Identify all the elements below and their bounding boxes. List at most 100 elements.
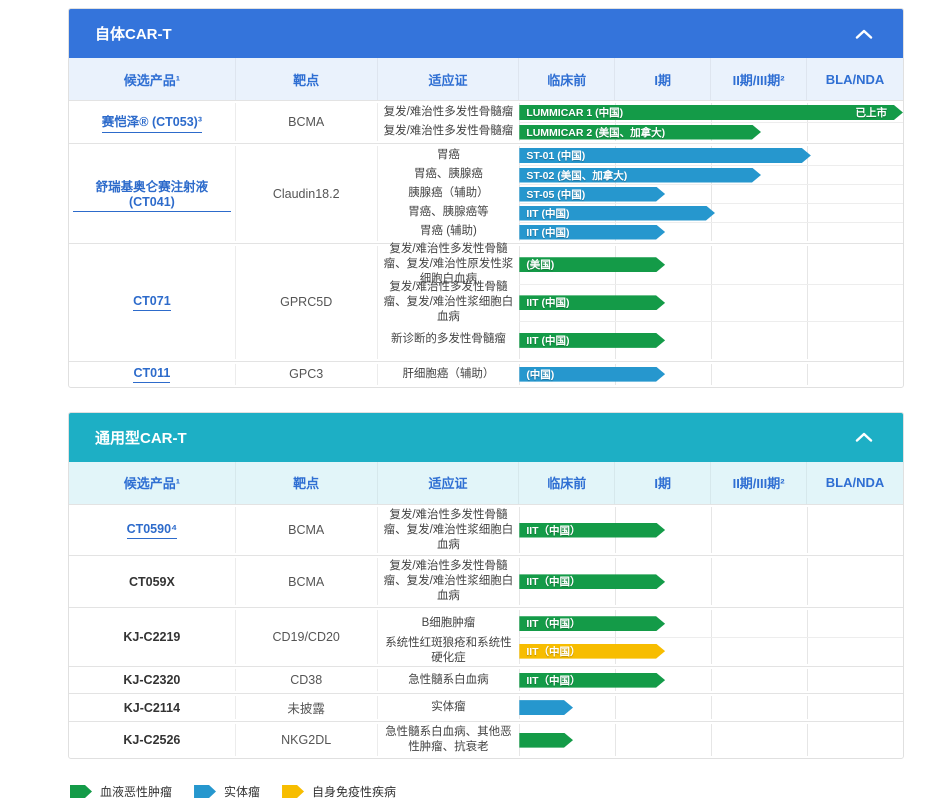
target-cell: GPC3 (236, 364, 378, 385)
trial-progress-bar: IIT (中国) (519, 333, 665, 348)
legend-arrow-green (70, 785, 92, 798)
product-name[interactable]: CT011 (133, 366, 170, 383)
indication-entries: 复发/难治性多发性骨髓瘤、复发/难治性浆细胞白血病IIT（中国） (378, 507, 903, 554)
indication-entry: 胰腺癌（辅助）ST-05 (中国) (378, 184, 903, 203)
product-row: KJ-C2526NKG2DL急性髓系白血病、其他恶性肿瘤、抗衰老 (69, 721, 903, 758)
pipeline-cell (519, 724, 903, 756)
trial-bar-label: ST-01 (中国) (526, 148, 585, 163)
pipeline-cell: IIT（中国） (519, 558, 903, 605)
product-cell: 赛恺泽® (CT053)³ (69, 103, 236, 141)
trial-bar-label: ST-05 (中国) (526, 187, 585, 202)
pipeline-cell: ST-05 (中国) (519, 184, 903, 203)
trial-progress-bar: LUMMICAR 1 (中国)已上市 (519, 105, 903, 120)
indication-cell: 肝细胞癌（辅助） (378, 364, 520, 385)
indication-entries: 胃癌ST-01 (中国)胃癌、胰腺癌ST-02 (美国、加拿大)胰腺癌（辅助）S… (378, 146, 903, 241)
indication-cell: 新诊断的多发性骨髓瘤 (378, 321, 520, 359)
indication-entry: 复发/难治性多发性骨髓瘤、复发/难治性浆细胞白血病IIT（中国） (378, 558, 903, 605)
indication-entry: 胃癌 (辅助)IIT (中国) (378, 222, 903, 241)
column-header-3: 适应证 (378, 462, 520, 504)
product-row: KJ-C2219CD19/CD20B细胞肿瘤IIT（中国）系统性红斑狼疮和系统性… (69, 607, 903, 666)
trial-progress-bar: IIT (中国) (519, 225, 665, 240)
trial-bar-label: IIT（中国） (526, 574, 580, 589)
indication-cell: 复发/难治性多发性骨髓瘤、复发/难治性浆细胞白血病 (378, 284, 520, 322)
product-cell: KJ-C2219 (69, 610, 236, 664)
column-header-5: I期 (615, 58, 711, 100)
column-header-5: I期 (615, 462, 711, 504)
indication-entry: 复发/难治性多发性骨髓瘤、复发/难治性浆细胞白血病 IIT (中国) (378, 284, 903, 322)
pipeline-cell (519, 696, 903, 719)
pipeline-cell: IIT（中国） (519, 610, 903, 637)
legend-arrow-yellow (282, 785, 304, 798)
indication-entry: 肝细胞癌（辅助） (中国) (378, 364, 903, 385)
chevron-up-icon[interactable] (855, 29, 873, 39)
table-rows: CT0590⁴ BCMA复发/难治性多发性骨髓瘤、复发/难治性浆细胞白血病IIT（… (69, 504, 903, 758)
legend-label: 实体瘤 (224, 783, 260, 800)
product-cell: CT011 (69, 364, 236, 385)
column-header-7: BLA/NDA (807, 58, 903, 100)
product-name: CT059X (129, 575, 175, 589)
legend-label: 自身免疫性疾病 (312, 783, 396, 800)
pipeline-cell: IIT (中国) (519, 222, 903, 241)
indication-cell: 胃癌、胰腺癌等 (378, 203, 520, 222)
product-row: KJ-C2320CD38急性髓系白血病IIT（中国） (69, 666, 903, 693)
indication-entries: 肝细胞癌（辅助） (中国) (378, 364, 903, 385)
indication-entry: 复发/难治性多发性骨髓瘤、复发/难治性原发性浆细胞白血病(美国) (378, 246, 903, 284)
indication-entry: 系统性红斑狼疮和系统性硬化症IIT（中国） (378, 637, 903, 664)
trial-bar-label: IIT (中国) (526, 295, 569, 310)
trial-progress-bar (519, 733, 573, 748)
column-header-7: BLA/NDA (807, 462, 903, 504)
product-cell: CT0590⁴ (69, 507, 236, 554)
product-name[interactable]: 舒瑞基奥仑赛注射液 (CT041) (73, 176, 231, 212)
autologous-cart-header[interactable]: 自体CAR-T (69, 9, 903, 58)
legend-arrow-blue (194, 785, 216, 798)
trial-bar-label: LUMMICAR 1 (中国) (526, 105, 623, 120)
column-header-2: 靶点 (236, 462, 378, 504)
target-cell: CD19/CD20 (236, 610, 378, 664)
indication-entries: 急性髓系白血病、其他恶性肿瘤、抗衰老 (378, 724, 903, 756)
trial-progress-bar: IIT（中国） (519, 644, 665, 659)
target-cell: BCMA (236, 558, 378, 605)
legend-item: 血液恶性肿瘤 (70, 783, 172, 800)
pipeline-cell: LUMMICAR 2 (美国、加拿大) (519, 122, 903, 141)
target-cell: CD38 (236, 669, 378, 691)
product-name[interactable]: CT071 (133, 294, 171, 311)
column-header-6: II期/III期² (711, 462, 807, 504)
pipeline-cell: ST-01 (中国) (519, 146, 903, 165)
trial-bar-label: IIT (中国) (526, 206, 569, 221)
product-name[interactable]: 赛恺泽® (CT053)³ (102, 111, 202, 133)
table-title: 通用型CAR-T (95, 427, 187, 448)
product-row: CT0590⁴BCMA复发/难治性多发性骨髓瘤、复发/难治性浆细胞白血病IIT（… (69, 504, 903, 556)
trial-progress-bar: (美国) (519, 257, 665, 272)
table-rows: 赛恺泽® (CT053)³BCMA复发/难治性多发性骨髓瘤LUMMICAR 1 … (69, 100, 903, 387)
indication-entries: 急性髓系白血病IIT（中国） (378, 669, 903, 691)
trial-bar-label: (美国) (526, 257, 554, 272)
pipeline-cell: IIT (中国) (519, 284, 903, 322)
indication-entry: 复发/难治性多发性骨髓瘤LUMMICAR 1 (中国)已上市 (378, 103, 903, 122)
trial-progress-bar: IIT（中国） (519, 616, 665, 631)
pipeline-cell: IIT (中国) (519, 203, 903, 222)
pipeline-cell: (美国) (519, 246, 903, 284)
pipeline-cell: ST-02 (美国、加拿大) (519, 165, 903, 184)
product-cell: CT071 (69, 246, 236, 359)
trial-bar-label: (中国) (526, 367, 554, 382)
trial-bar-label: ST-02 (美国、加拿大) (526, 168, 627, 183)
indication-cell: 急性髓系白血病、其他恶性肿瘤、抗衰老 (378, 724, 520, 756)
table-title: 自体CAR-T (95, 23, 172, 44)
product-row: CT059X BCMA复发/难治性多发性骨髓瘤、复发/难治性浆细胞白血病IIT（中… (69, 555, 903, 607)
column-header-row: 候选产品¹靶点适应证临床前I期II期/III期²BLA/NDA (69, 462, 903, 504)
legend: 血液恶性肿瘤 实体瘤 自身免疫性疾病 (70, 783, 904, 800)
pipeline-cell: (中国) (519, 364, 903, 385)
indication-entries: 实体瘤 (378, 696, 903, 719)
universal-cart-table: 通用型CAR-T 候选产品¹靶点适应证临床前I期II期/III期²BLA/NDA… (68, 412, 904, 759)
product-cell: CT059X (69, 558, 236, 605)
pipeline-cell: IIT（中国） (519, 637, 903, 664)
legend-item: 实体瘤 (194, 783, 260, 800)
trial-progress-bar: LUMMICAR 2 (美国、加拿大) (519, 125, 761, 140)
trial-bar-label: IIT (中国) (526, 225, 569, 240)
pipeline-cell: IIT (中国) (519, 321, 903, 359)
indication-cell: 胃癌、胰腺癌 (378, 165, 520, 184)
product-name[interactable]: CT0590⁴ (127, 522, 178, 539)
chevron-up-icon[interactable] (855, 432, 873, 442)
trial-bar-label: IIT（中国） (526, 616, 580, 631)
universal-cart-header[interactable]: 通用型CAR-T (69, 413, 903, 462)
